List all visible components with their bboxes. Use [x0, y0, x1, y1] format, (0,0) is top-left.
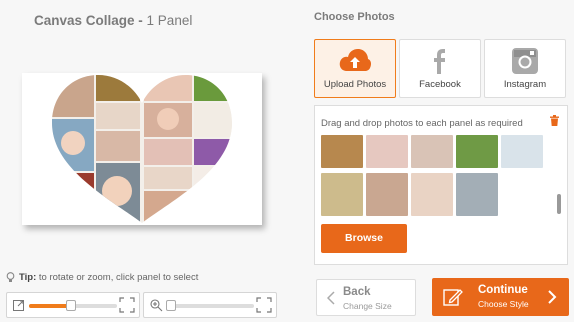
- zoom-slider[interactable]: [143, 292, 277, 318]
- photo-thumb[interactable]: [321, 135, 363, 168]
- collage-photo[interactable]: [194, 75, 234, 101]
- page-title: Canvas Collage - 1 Panel: [34, 13, 192, 28]
- photo-thumb[interactable]: [411, 135, 453, 168]
- collage-photo[interactable]: [52, 75, 94, 117]
- photo-thumb[interactable]: [456, 135, 498, 168]
- collage-photo[interactable]: [144, 191, 192, 223]
- continue-button[interactable]: Continue Choose Style: [432, 278, 569, 316]
- collage-photo[interactable]: [194, 103, 234, 137]
- collage-photo[interactable]: [96, 131, 140, 161]
- tab-upload-label: Upload Photos: [323, 79, 387, 90]
- photo-thumb[interactable]: [411, 173, 453, 216]
- cloud-upload-icon: [339, 49, 372, 71]
- photo-drop-area[interactable]: Drag and drop photos to each panel as re…: [314, 105, 568, 265]
- photo-thumb[interactable]: [321, 173, 363, 216]
- chevron-right-icon: [548, 290, 557, 304]
- panel-count: 1 Panel: [146, 13, 193, 28]
- zoom-handle[interactable]: [166, 300, 176, 311]
- collage-photo[interactable]: [96, 103, 140, 129]
- collage-photo[interactable]: [144, 75, 192, 101]
- rotate-handle[interactable]: [66, 300, 77, 311]
- back-button[interactable]: Back Change Size: [316, 279, 416, 316]
- browse-button[interactable]: Browse: [321, 224, 407, 253]
- heart-collage: [52, 75, 234, 223]
- page-title-text: Canvas Collage -: [34, 13, 147, 28]
- fit-icon[interactable]: [256, 297, 272, 313]
- thumbnail-scrollbar[interactable]: [557, 134, 562, 216]
- rotate-icon: [13, 300, 24, 311]
- collage-photo[interactable]: [52, 173, 94, 223]
- tip-label: Tip:: [19, 272, 37, 283]
- choose-photos-heading: Choose Photos: [314, 11, 395, 23]
- edit-icon: [443, 289, 463, 306]
- tip-text: Tip: to rotate or zoom, click panel to s…: [6, 272, 198, 283]
- collage-photo[interactable]: [194, 139, 234, 165]
- zoom-track[interactable]: [166, 300, 254, 311]
- drop-instructions: Drag and drop photos to each panel as re…: [321, 118, 523, 129]
- tab-facebook-label: Facebook: [419, 79, 461, 90]
- continue-sublabel: Choose Style: [478, 299, 529, 309]
- back-label: Back: [343, 286, 371, 298]
- canvas-preview[interactable]: [22, 73, 262, 225]
- photo-thumb[interactable]: [366, 135, 408, 168]
- photo-thumb[interactable]: [366, 173, 408, 216]
- rotate-track[interactable]: [29, 300, 117, 311]
- collage-photo[interactable]: [144, 167, 192, 189]
- collage-photo[interactable]: [96, 75, 140, 101]
- rotate-fill: [29, 304, 72, 308]
- zoom-icon: [150, 299, 163, 312]
- tip-message: to rotate or zoom, click panel to select: [36, 272, 199, 283]
- tab-instagram[interactable]: Instagram: [484, 39, 566, 98]
- tab-facebook[interactable]: Facebook: [399, 39, 481, 98]
- rotate-slider[interactable]: [6, 292, 140, 318]
- scrollbar-handle[interactable]: [557, 194, 561, 214]
- lightbulb-icon: [6, 272, 15, 282]
- instagram-icon: [512, 48, 538, 74]
- collage-panels: [52, 75, 234, 223]
- facebook-icon: [434, 49, 445, 74]
- collage-photo[interactable]: [144, 139, 192, 165]
- photo-thumb[interactable]: [501, 135, 543, 168]
- continue-label: Continue: [478, 284, 528, 296]
- chevron-left-icon: [327, 291, 335, 305]
- photo-thumb[interactable]: [456, 173, 498, 216]
- back-sublabel: Change Size: [343, 301, 392, 311]
- collage-photo[interactable]: [194, 167, 234, 223]
- tab-upload-photos[interactable]: Upload Photos: [314, 39, 396, 98]
- fit-icon[interactable]: [119, 297, 135, 313]
- tab-instagram-label: Instagram: [503, 79, 547, 90]
- trash-icon[interactable]: [550, 115, 559, 126]
